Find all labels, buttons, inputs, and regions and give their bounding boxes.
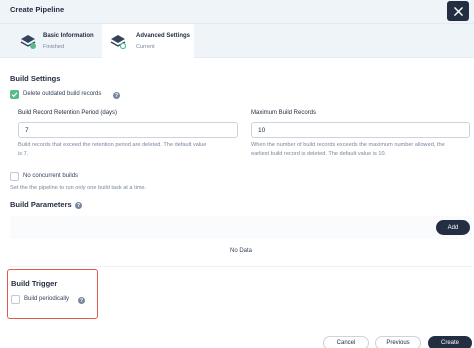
layers-finished-icon bbox=[20, 35, 36, 49]
retention-label: Build Record Retention Period (days) bbox=[18, 110, 118, 116]
step-advanced-settings[interactable]: Advanced Settings Current bbox=[102, 24, 194, 59]
no-concurrent-checkbox[interactable] bbox=[10, 172, 19, 181]
no-concurrent-desc: Set the the pipeline to run only one bui… bbox=[10, 185, 147, 191]
add-parameter-button[interactable]: Add bbox=[436, 220, 470, 235]
highlight-annotation bbox=[7, 269, 98, 319]
build-periodically-checkbox[interactable] bbox=[11, 295, 20, 304]
help-icon[interactable]: ? bbox=[78, 297, 85, 304]
max-records-label: Maximum Build Records bbox=[251, 110, 317, 116]
dialog-title: Create Pipeline bbox=[10, 5, 65, 14]
steps-bar: Basic Information Finished Advanced Sett… bbox=[0, 24, 474, 59]
no-concurrent-label: No concurrent builds bbox=[23, 173, 79, 179]
step-status: Current bbox=[136, 44, 155, 50]
previous-button[interactable]: Previous bbox=[375, 336, 421, 348]
close-button[interactable] bbox=[447, 1, 469, 21]
step-label: Advanced Settings bbox=[136, 33, 191, 39]
help-icon[interactable]: ? bbox=[113, 92, 120, 99]
step-basic-information[interactable]: Basic Information Finished bbox=[14, 24, 102, 58]
step-label: Basic Information bbox=[43, 33, 94, 39]
max-records-desc-1: When the number of build records exceeds… bbox=[251, 142, 445, 148]
delete-outdated-label: Delete outdated build records bbox=[23, 91, 102, 97]
dialog-header: Create Pipeline bbox=[0, 0, 474, 24]
max-records-input[interactable] bbox=[251, 122, 470, 138]
parameters-toolbar bbox=[10, 216, 472, 239]
help-icon[interactable]: ? bbox=[75, 202, 82, 209]
build-parameters-title: Build Parameters bbox=[10, 200, 72, 209]
retention-desc-1: Build records that exceed the retention … bbox=[18, 142, 207, 148]
retention-desc-2: is 7. bbox=[18, 151, 29, 157]
retention-input[interactable] bbox=[18, 122, 238, 138]
cancel-button[interactable]: Cancel bbox=[323, 336, 369, 348]
step-status: Finished bbox=[43, 44, 65, 50]
layers-current-icon bbox=[110, 35, 126, 49]
max-records-desc-2: earliest build record is deleted. The de… bbox=[251, 151, 387, 157]
create-button[interactable]: Create bbox=[428, 336, 472, 348]
close-icon bbox=[453, 6, 463, 16]
build-periodically-label: Build periodically bbox=[24, 296, 70, 302]
check-icon bbox=[11, 92, 18, 98]
build-settings-title: Build Settings bbox=[10, 74, 61, 83]
delete-outdated-checkbox[interactable] bbox=[10, 90, 19, 99]
build-trigger-title: Build Trigger bbox=[11, 279, 58, 288]
divider bbox=[10, 266, 472, 267]
empty-state-text: No Data bbox=[229, 248, 252, 254]
